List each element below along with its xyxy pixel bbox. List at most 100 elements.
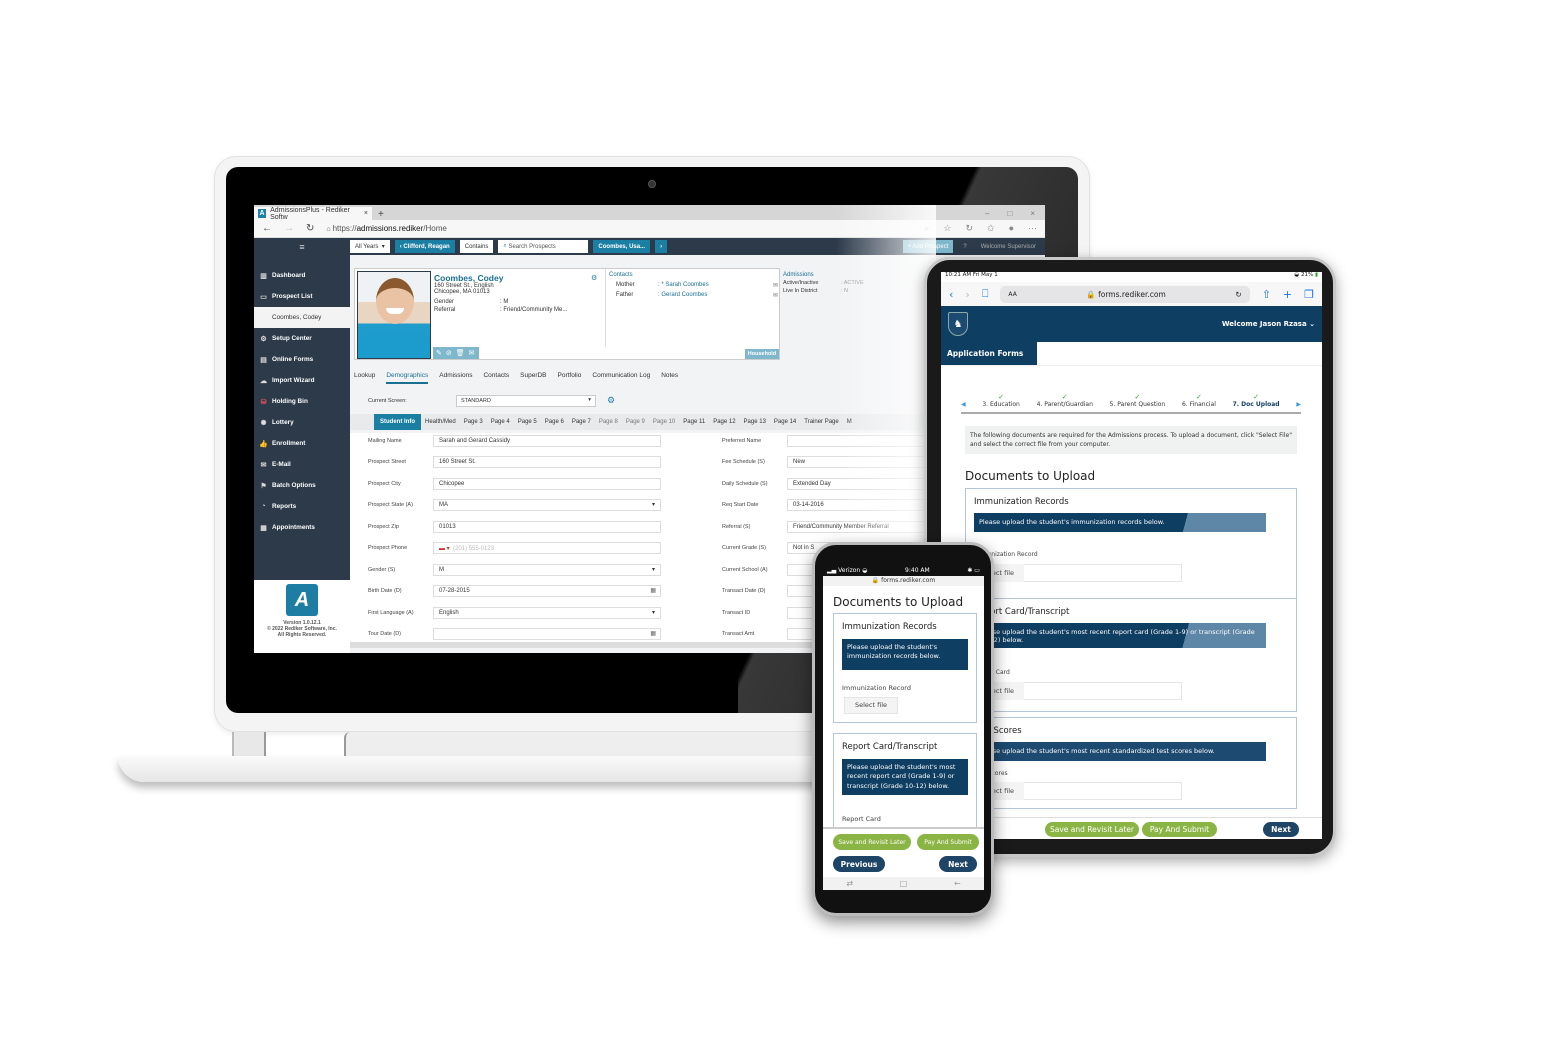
page-tab[interactable]: Page 13 xyxy=(740,414,770,430)
favorites-icon[interactable]: ✩ xyxy=(987,223,995,234)
text-size-button[interactable]: AA xyxy=(1008,291,1016,298)
page-tab[interactable]: Page 5 xyxy=(514,414,541,430)
share-icon[interactable]: ⇧ xyxy=(1262,288,1271,301)
tab-notes[interactable]: Notes xyxy=(661,372,678,384)
previous-prospect-button[interactable]: ‹ Clifford, Reagan xyxy=(394,240,455,253)
extensions-icon[interactable]: ↻ xyxy=(965,223,973,234)
sidebar-item-dashboard[interactable]: ▥ Dashboard xyxy=(254,265,350,286)
contact-name-link[interactable]: : Gerard Coombes xyxy=(658,292,707,299)
sidebar-item-reports[interactable]: ◔ Reports xyxy=(254,496,350,517)
welcome-user-menu[interactable]: Welcome Jason Rzasa ⌄ xyxy=(1222,320,1315,328)
forward-button[interactable]: → xyxy=(284,223,294,234)
prospect-phone-input[interactable]: ▬ ▾ (201) 555-0123 xyxy=(433,542,661,554)
envelope-icon[interactable]: ✉ xyxy=(773,282,778,289)
tab-demographics[interactable]: Demographics xyxy=(386,372,429,384)
tour-date-input[interactable] xyxy=(433,628,661,640)
prospect-state-select[interactable]: MA xyxy=(433,499,661,511)
profile-settings-gear-icon[interactable]: ⚙ xyxy=(591,274,597,282)
sidebar-item-holding-bin[interactable]: ⛁ Holding Bin xyxy=(254,391,350,412)
page-tab[interactable]: Page 8 xyxy=(595,414,622,430)
maximize-button[interactable]: □ xyxy=(1007,209,1012,218)
page-tab[interactable]: M xyxy=(843,414,856,430)
recents-icon[interactable]: ⇄ xyxy=(846,879,853,888)
sidebar-item-lottery[interactable]: ✺ Lottery xyxy=(254,412,350,433)
back-button[interactable]: ‹ xyxy=(949,288,953,301)
sidebar-item-appointments[interactable]: ▦ Appointments xyxy=(254,517,350,538)
back-button[interactable]: ← xyxy=(262,223,272,234)
sidebar-item-import-wizard[interactable]: ☁ Import Wizard xyxy=(254,370,350,391)
url-field[interactable]: ⌂ https://admissions.rediker/Home xyxy=(326,224,446,233)
household-button[interactable]: Household xyxy=(745,349,779,359)
step-parent-question[interactable]: ✓ 5. Parent Question xyxy=(1110,393,1166,408)
steps-next-arrow[interactable]: ▶ xyxy=(1296,401,1301,408)
tab-admissions[interactable]: Admissions xyxy=(439,372,472,384)
page-tab[interactable]: Page 9 xyxy=(622,414,649,430)
sidebar-item-prospect-list[interactable]: ▭ Prospect List xyxy=(254,286,350,307)
zoom-icon[interactable]: ⌕ xyxy=(924,223,929,234)
url-field[interactable]: AA 🔒 forms.rediker.com ↻ xyxy=(1000,285,1250,303)
minimize-button[interactable]: – xyxy=(985,209,989,218)
sidebar-item-enrollment[interactable]: 👍 Enrollment xyxy=(254,433,350,454)
tabs-icon[interactable]: ❐ xyxy=(1304,288,1314,301)
gender-select[interactable]: M xyxy=(433,564,661,576)
step-parent-guardian[interactable]: ✓ 4. Parent/Guardian xyxy=(1037,393,1093,408)
mail-icon[interactable]: ✉ xyxy=(469,349,475,357)
help-icon[interactable]: ? xyxy=(958,240,971,253)
edit-icon[interactable]: ✎ xyxy=(436,349,442,357)
birth-date-input[interactable]: 07-28-2015 xyxy=(433,585,661,597)
profile-icon[interactable]: ● xyxy=(1009,223,1014,234)
us-flag-icon[interactable]: ▬ ▾ xyxy=(439,546,453,552)
next-button[interactable]: Next xyxy=(1263,822,1299,837)
add-prospect-button[interactable]: + Add Prospect xyxy=(902,240,954,253)
step-education[interactable]: ✓ 3. Education xyxy=(982,393,1020,408)
next-button[interactable]: Next xyxy=(939,856,977,872)
sidebar-item-current-prospect[interactable]: Coombes, Codey xyxy=(254,307,350,328)
select-file-button[interactable]: Select file xyxy=(844,697,898,714)
reload-button[interactable]: ↻ xyxy=(306,223,314,234)
sidebar-item-email[interactable]: ✉ E-Mail xyxy=(254,454,350,475)
year-select[interactable]: All Years ▾ xyxy=(350,240,390,253)
prospect-city-input[interactable]: Chicopee xyxy=(433,478,661,490)
search-mode-select[interactable]: Contains xyxy=(459,240,494,253)
close-window-button[interactable]: × xyxy=(1030,209,1035,218)
forward-button[interactable]: › xyxy=(965,288,969,301)
pay-and-submit-button[interactable]: Pay And Submit xyxy=(1142,822,1217,837)
prospect-zip-input[interactable]: 01013 xyxy=(433,521,661,533)
steps-prev-arrow[interactable]: ◀ xyxy=(961,401,966,408)
save-and-revisit-button[interactable]: Save and Revisit Later xyxy=(1045,822,1139,837)
trash-icon[interactable]: 🗑 xyxy=(456,349,465,357)
envelope-icon[interactable]: ✉ xyxy=(773,292,778,299)
close-tab-icon[interactable]: × xyxy=(364,210,368,217)
application-forms-tab[interactable]: Application Forms xyxy=(941,342,1037,365)
step-financial[interactable]: ✓ 6. Financial xyxy=(1182,393,1216,408)
tab-superdb[interactable]: SuperDB xyxy=(520,372,546,384)
prospect-street-input[interactable]: 160 Street St. xyxy=(433,456,661,468)
page-tab[interactable]: Page 10 xyxy=(649,414,679,430)
page-tab[interactable]: Page 7 xyxy=(568,414,595,430)
tab-communication-log[interactable]: Communication Log xyxy=(592,372,650,384)
more-icon[interactable]: ··· xyxy=(1028,223,1037,234)
block-icon[interactable]: ⊘ xyxy=(446,349,452,357)
home-icon[interactable]: □ xyxy=(900,879,908,888)
url-bar[interactable]: 🔒 forms.rediker.com xyxy=(823,576,984,586)
pay-and-submit-button[interactable]: Pay And Submit xyxy=(917,834,979,850)
page-tab[interactable]: Page 11 xyxy=(679,414,709,430)
page-tab[interactable]: Page 12 xyxy=(709,414,739,430)
new-tab-button[interactable]: + xyxy=(372,209,390,220)
browser-tab[interactable]: A AdmissionsPlus - Rediker Softw × xyxy=(254,207,372,221)
page-tab[interactable]: Trainer Page xyxy=(800,414,842,430)
bookmarks-icon[interactable]: ⎕ xyxy=(982,287,989,301)
sidebar-item-batch-options[interactable]: ⚑ Batch Options xyxy=(254,475,350,496)
next-arrow-button[interactable]: › xyxy=(655,240,668,253)
new-tab-button[interactable]: + xyxy=(1283,288,1292,301)
first-language-select[interactable]: English xyxy=(433,607,661,619)
welcome-user-menu[interactable]: Welcome Supervisor xyxy=(976,240,1041,253)
step-doc-upload[interactable]: ✓ 7. Doc Upload xyxy=(1233,393,1280,408)
next-prospect-button[interactable]: Coombes, Usa... xyxy=(593,240,651,253)
menu-icon[interactable]: ≡ xyxy=(254,242,350,252)
tab-lookup[interactable]: Lookup xyxy=(354,372,375,384)
page-tab[interactable]: Page 14 xyxy=(770,414,800,430)
sidebar-item-setup-center[interactable]: ⚙ Setup Center xyxy=(254,328,350,349)
page-tab[interactable]: Page 4 xyxy=(487,414,514,430)
tab-contacts[interactable]: Contacts xyxy=(483,372,509,384)
